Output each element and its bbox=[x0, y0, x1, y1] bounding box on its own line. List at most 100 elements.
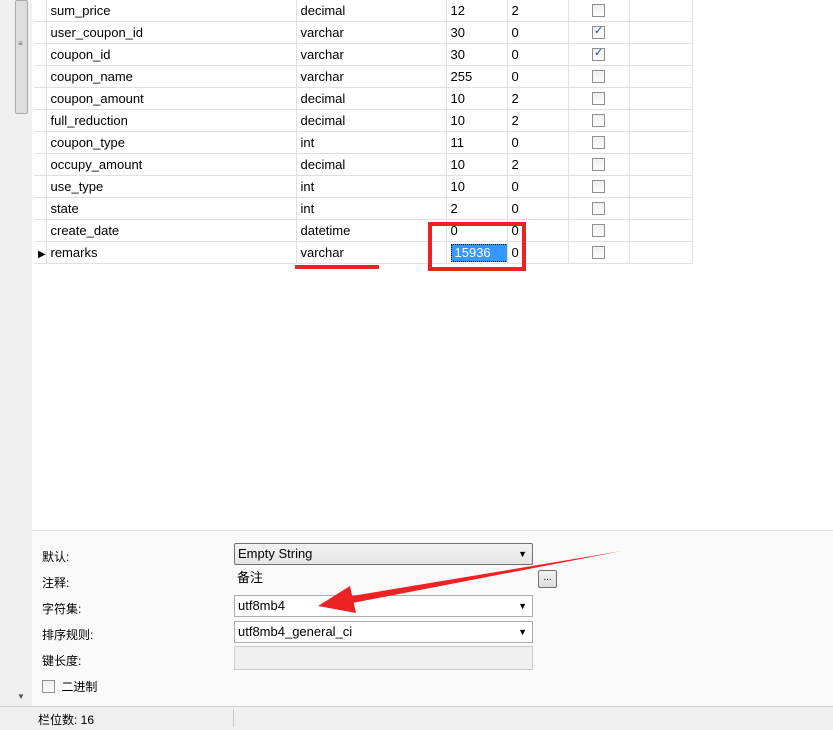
row-selector[interactable]: ▶ bbox=[34, 241, 47, 264]
row-selector[interactable] bbox=[34, 197, 47, 220]
not-null-cell[interactable] bbox=[568, 175, 630, 198]
table-row[interactable]: ▶ remarks varchar 15936 0 bbox=[34, 241, 693, 264]
table-row[interactable]: coupon_type int 11 0 bbox=[34, 131, 693, 154]
field-length-cell[interactable]: 2 bbox=[446, 197, 508, 220]
not-null-cell[interactable] bbox=[568, 109, 630, 132]
row-selector[interactable] bbox=[34, 65, 47, 88]
field-type-cell[interactable]: decimal bbox=[296, 87, 447, 110]
field-name-cell[interactable]: use_type bbox=[46, 175, 297, 198]
field-length-cell[interactable]: 30 bbox=[446, 21, 508, 44]
field-type-cell[interactable]: decimal bbox=[296, 0, 447, 22]
not-null-cell[interactable]: ✓ bbox=[568, 21, 630, 44]
row-selector[interactable] bbox=[34, 87, 47, 110]
field-name-cell[interactable]: state bbox=[46, 197, 297, 220]
panel-splitter[interactable] bbox=[32, 530, 833, 531]
vertical-scrollbar[interactable]: ≡ ▼ bbox=[0, 0, 32, 706]
key-cell[interactable] bbox=[629, 241, 693, 264]
field-name-cell[interactable]: coupon_name bbox=[46, 65, 297, 88]
field-decimals-cell[interactable]: 0 bbox=[507, 43, 569, 66]
field-decimals-cell[interactable]: 2 bbox=[507, 0, 569, 22]
table-row[interactable]: coupon_name varchar 255 0 bbox=[34, 65, 693, 88]
not-null-checkbox[interactable] bbox=[592, 91, 605, 105]
table-row[interactable]: state int 2 0 bbox=[34, 197, 693, 220]
row-selector[interactable] bbox=[34, 109, 47, 132]
not-null-checkbox[interactable] bbox=[592, 3, 605, 17]
field-decimals-cell[interactable]: 0 bbox=[507, 65, 569, 88]
key-cell[interactable] bbox=[629, 131, 693, 154]
binary-checkbox-row[interactable]: 二进制 bbox=[42, 678, 97, 695]
table-row[interactable]: sum_price decimal 12 2 bbox=[34, 0, 693, 22]
field-type-cell[interactable]: varchar bbox=[296, 65, 447, 88]
field-decimals-cell[interactable]: 0 bbox=[507, 21, 569, 44]
field-type-cell[interactable]: decimal bbox=[296, 109, 447, 132]
scroll-down-arrow-icon[interactable]: ▼ bbox=[17, 692, 25, 701]
field-type-cell[interactable]: decimal bbox=[296, 153, 447, 176]
row-selector[interactable] bbox=[34, 175, 47, 198]
key-cell[interactable] bbox=[629, 43, 693, 66]
not-null-checkbox[interactable] bbox=[592, 245, 605, 259]
table-row[interactable]: user_coupon_id varchar 30 0 ✓ bbox=[34, 21, 693, 44]
field-length-cell[interactable]: 30 bbox=[446, 43, 508, 66]
table-row[interactable]: coupon_amount decimal 10 2 bbox=[34, 87, 693, 110]
field-type-cell[interactable]: int bbox=[296, 197, 447, 220]
not-null-checkbox[interactable] bbox=[592, 223, 605, 237]
field-type-cell[interactable]: datetime bbox=[296, 219, 447, 242]
key-cell[interactable] bbox=[629, 219, 693, 242]
key-cell[interactable] bbox=[629, 0, 693, 22]
field-name-cell[interactable]: coupon_id bbox=[46, 43, 297, 66]
table-row[interactable]: use_type int 10 0 bbox=[34, 175, 693, 198]
row-selector[interactable] bbox=[34, 219, 47, 242]
field-name-cell[interactable]: coupon_amount bbox=[46, 87, 297, 110]
not-null-cell[interactable] bbox=[568, 87, 630, 110]
not-null-checkbox[interactable] bbox=[592, 69, 605, 83]
row-selector[interactable] bbox=[34, 153, 47, 176]
not-null-checkbox[interactable]: ✓ bbox=[592, 25, 605, 39]
field-decimals-cell[interactable]: 2 bbox=[507, 87, 569, 110]
charset-select[interactable]: utf8mb4 ▼ bbox=[234, 595, 533, 617]
field-name-cell[interactable]: sum_price bbox=[46, 0, 297, 22]
not-null-cell[interactable] bbox=[568, 0, 630, 22]
field-length-cell[interactable]: 10 bbox=[446, 87, 508, 110]
not-null-cell[interactable]: ✓ bbox=[568, 43, 630, 66]
default-select[interactable]: Empty String ▼ bbox=[234, 543, 533, 565]
key-cell[interactable] bbox=[629, 109, 693, 132]
row-selector[interactable] bbox=[34, 43, 47, 66]
field-decimals-cell[interactable]: 0 bbox=[507, 197, 569, 220]
not-null-checkbox[interactable] bbox=[592, 113, 605, 127]
field-length-cell[interactable]: 10 bbox=[446, 109, 508, 132]
not-null-checkbox[interactable] bbox=[592, 135, 605, 149]
field-length-cell[interactable]: 12 bbox=[446, 0, 508, 22]
field-decimals-cell[interactable]: 0 bbox=[507, 175, 569, 198]
field-name-cell[interactable]: create_date bbox=[46, 219, 297, 242]
field-length-cell[interactable]: 10 bbox=[446, 153, 508, 176]
not-null-cell[interactable] bbox=[568, 241, 630, 264]
field-name-cell[interactable]: remarks bbox=[46, 241, 297, 264]
field-decimals-cell[interactable]: 0 bbox=[507, 131, 569, 154]
not-null-checkbox[interactable] bbox=[592, 201, 605, 215]
field-length-cell[interactable]: 255 bbox=[446, 65, 508, 88]
comment-field[interactable]: 备注 bbox=[234, 568, 534, 590]
not-null-checkbox[interactable] bbox=[592, 157, 605, 171]
key-cell[interactable] bbox=[629, 197, 693, 220]
not-null-cell[interactable] bbox=[568, 197, 630, 220]
not-null-cell[interactable] bbox=[568, 153, 630, 176]
row-selector[interactable] bbox=[34, 21, 47, 44]
field-name-cell[interactable]: occupy_amount bbox=[46, 153, 297, 176]
key-cell[interactable] bbox=[629, 87, 693, 110]
table-row[interactable]: coupon_id varchar 30 0 ✓ bbox=[34, 43, 693, 66]
field-name-cell[interactable]: full_reduction bbox=[46, 109, 297, 132]
table-row[interactable]: create_date datetime 0 0 bbox=[34, 219, 693, 242]
table-row[interactable]: occupy_amount decimal 10 2 bbox=[34, 153, 693, 176]
comment-ellipsis-button[interactable]: ... bbox=[538, 570, 557, 588]
field-type-cell[interactable]: int bbox=[296, 131, 447, 154]
row-selector[interactable] bbox=[34, 131, 47, 154]
not-null-checkbox[interactable]: ✓ bbox=[592, 47, 605, 61]
field-name-cell[interactable]: user_coupon_id bbox=[46, 21, 297, 44]
not-null-cell[interactable] bbox=[568, 65, 630, 88]
field-name-cell[interactable]: coupon_type bbox=[46, 131, 297, 154]
binary-checkbox[interactable] bbox=[42, 680, 55, 693]
not-null-cell[interactable] bbox=[568, 219, 630, 242]
field-length-cell[interactable]: 11 bbox=[446, 131, 508, 154]
field-decimals-cell[interactable]: 2 bbox=[507, 153, 569, 176]
field-type-cell[interactable]: varchar bbox=[296, 43, 447, 66]
